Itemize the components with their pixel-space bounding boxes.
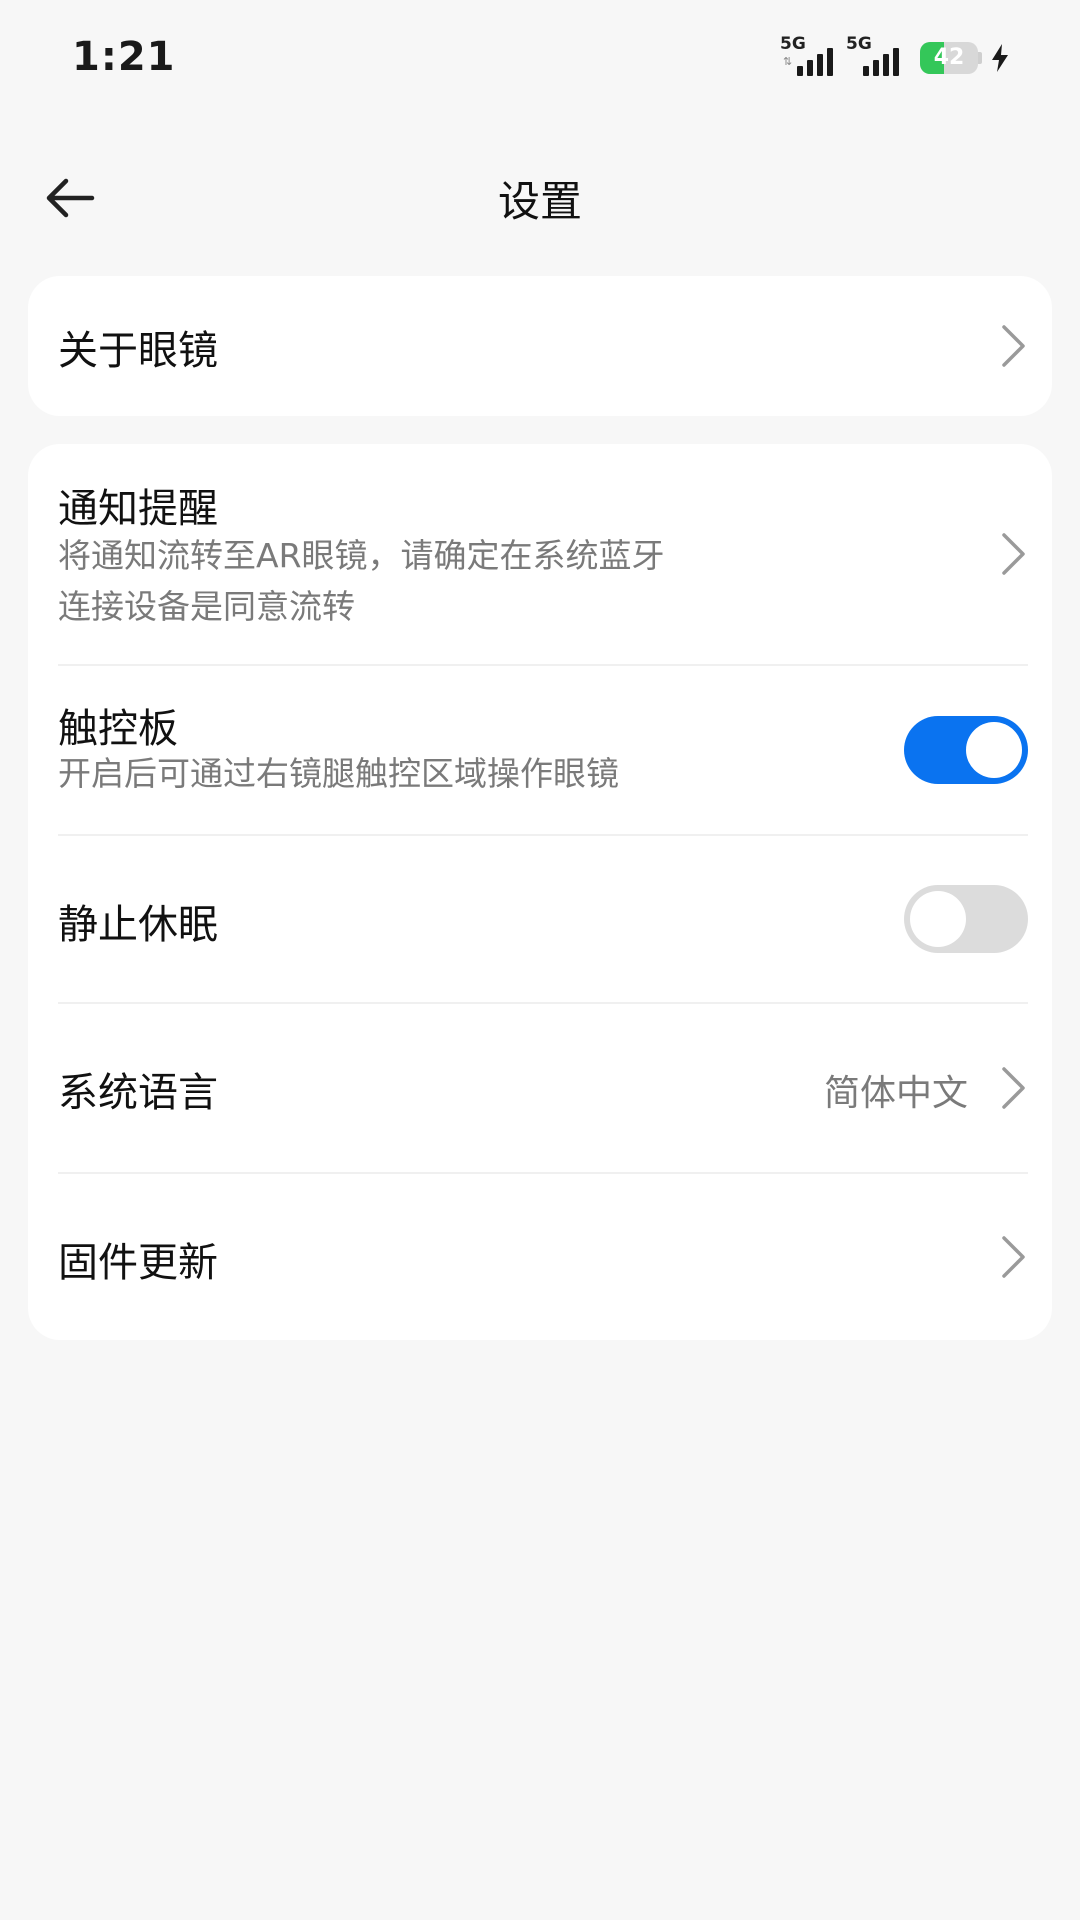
firmware-update-row[interactable]: 固件更新 [28, 1174, 1052, 1340]
status-bar: 1:21 5G ⇅ 5G 42 [0, 0, 1080, 120]
settings-card: 通知提醒 将通知流转至AR眼镜，请确定在系统蓝牙 连接设备是同意流转 触控板 开… [28, 444, 1052, 1340]
about-glasses-row[interactable]: 关于眼镜 [28, 276, 1052, 416]
firmware-update-label: 固件更新 [58, 1240, 218, 1286]
notification-reminder-description-2: 连接设备是同意流转 [58, 587, 355, 626]
chevron-right-icon [1002, 1236, 1025, 1278]
battery-cap [978, 52, 982, 64]
toggle-knob [910, 891, 966, 947]
no-sleep-toggle[interactable] [904, 885, 1028, 953]
battery-icon: 42 [920, 42, 978, 74]
about-card: 关于眼镜 [28, 276, 1052, 416]
cellular-signal-icon: 5G ⇅ [780, 36, 840, 80]
touchpad-row: 触控板 开启后可通过右镜腿触控区域操作眼镜 [28, 666, 1052, 834]
touchpad-description: 开启后可通过右镜腿触控区域操作眼镜 [58, 754, 619, 793]
touchpad-label: 触控板 [58, 706, 178, 752]
system-language-row[interactable]: 系统语言 简体中文 [28, 1004, 1052, 1172]
no-sleep-label: 静止休眠 [58, 902, 218, 948]
chevron-right-icon [1002, 325, 1025, 367]
toggle-knob [966, 722, 1022, 778]
chevron-right-icon [1002, 1067, 1025, 1109]
status-time: 1:21 [72, 34, 176, 80]
data-activity-icon: ⇅ [783, 55, 793, 68]
notification-reminder-description-1: 将通知流转至AR眼镜，请确定在系统蓝牙 [58, 536, 665, 575]
touchpad-toggle[interactable] [904, 716, 1028, 784]
cellular-signal-icon-2: 5G [846, 36, 906, 80]
header: 设置 [0, 150, 1080, 246]
about-glasses-label: 关于眼镜 [58, 328, 218, 374]
system-language-label: 系统语言 [58, 1070, 218, 1116]
system-language-value: 简体中文 [823, 1073, 968, 1114]
no-sleep-row: 静止休眠 [28, 836, 1052, 1002]
status-icons: 5G ⇅ 5G 42 [780, 36, 1010, 80]
chevron-right-icon [1002, 533, 1025, 575]
page-title: 设置 [497, 177, 582, 226]
notification-reminder-row[interactable]: 通知提醒 将通知流转至AR眼镜，请确定在系统蓝牙 连接设备是同意流转 [28, 444, 1052, 664]
lightning-bolt-icon [992, 44, 1008, 72]
notification-reminder-label: 通知提醒 [58, 486, 218, 532]
battery-level-text: 42 [933, 45, 965, 70]
